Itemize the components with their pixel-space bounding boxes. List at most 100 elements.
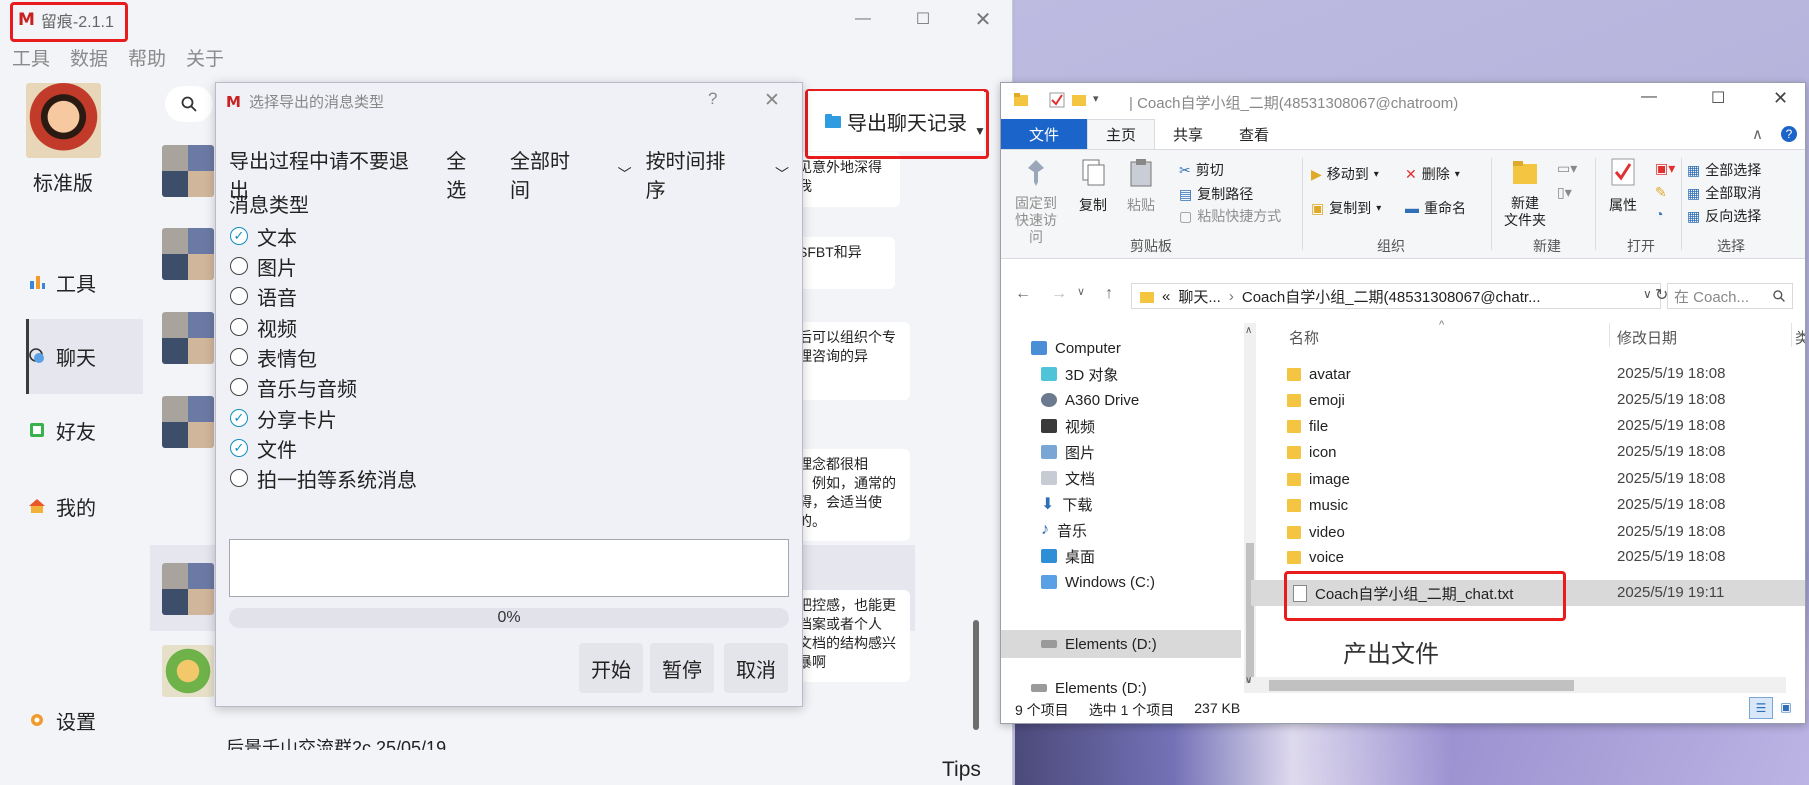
file-row[interactable]: image — [1287, 468, 1350, 490]
chat-search-button[interactable] — [165, 86, 213, 122]
pause-button[interactable]: 暂停 — [650, 643, 714, 693]
explorer-close-button[interactable]: ✕ — [1773, 88, 1788, 109]
chat-list-scrollbar[interactable] — [973, 620, 979, 730]
new-folder-icon[interactable] — [1071, 92, 1087, 108]
radio-unchecked-icon[interactable] — [230, 378, 248, 396]
paste-shortcut-button[interactable]: ▢ 粘贴快捷方式 — [1179, 206, 1281, 226]
user-avatar[interactable] — [26, 83, 101, 158]
menu-data[interactable]: 数据 — [70, 44, 108, 71]
paste-button[interactable]: 粘贴 — [1121, 156, 1161, 215]
column-divider[interactable] — [1791, 323, 1792, 347]
explorer-minimize-button[interactable]: — — [1641, 88, 1657, 106]
export-log-area[interactable] — [229, 539, 789, 597]
sidebar-item-mine[interactable]: 我的 — [28, 486, 96, 526]
option-video[interactable]: 视频 — [230, 312, 297, 342]
file-list-h-scrollbar-thumb[interactable] — [1269, 680, 1574, 691]
easy-access-button[interactable]: ▯▾ — [1557, 184, 1572, 201]
option-share-card[interactable]: ✓ 分享卡片 — [230, 403, 337, 433]
help-icon[interactable]: ? — [1773, 119, 1805, 149]
scroll-up-icon[interactable]: ∧ — [1245, 325, 1252, 336]
open-button[interactable]: ▣▾ — [1655, 160, 1675, 177]
tree-item-drive-d[interactable]: Elements (D:) — [1041, 632, 1157, 656]
radio-checked-icon[interactable]: ✓ — [230, 439, 248, 457]
delete-button[interactable]: ✕ 删除 ▾ — [1405, 164, 1460, 184]
recent-dropdown-icon[interactable]: ∨ — [1077, 285, 1085, 303]
column-name[interactable]: 名称 — [1289, 327, 1319, 348]
address-dropdown-icon[interactable]: ∨ — [1643, 287, 1652, 301]
details-view-button[interactable]: ☰ — [1749, 697, 1773, 719]
copy-path-button[interactable]: ▤ 复制路径 — [1179, 184, 1253, 204]
explorer-search-input[interactable]: 在 Coach... — [1667, 283, 1793, 309]
tab-home[interactable]: 主页 — [1087, 119, 1156, 149]
minimize-button[interactable]: — — [845, 6, 881, 32]
file-row[interactable]: video — [1287, 521, 1345, 543]
time-range-select[interactable]: 全部时间 ﹀ — [510, 145, 632, 203]
menu-tools[interactable]: 工具 — [12, 44, 50, 71]
tree-item-documents[interactable]: 文档 — [1041, 466, 1095, 490]
pin-quick-access-button[interactable]: 固定到 快速访问 — [1011, 156, 1061, 246]
start-button[interactable]: 开始 — [579, 643, 643, 693]
option-image[interactable]: 图片 — [230, 251, 297, 281]
column-type[interactable]: 类 — [1795, 327, 1805, 348]
rename-button[interactable]: ▬ 重命名 — [1405, 198, 1466, 218]
tree-item-drive-d-2[interactable]: Elements (D:) — [1031, 676, 1147, 700]
radio-unchecked-icon[interactable] — [230, 287, 248, 305]
tips-label[interactable]: Tips — [942, 758, 981, 782]
chat-avatar[interactable] — [162, 396, 214, 448]
tree-item-downloads[interactable]: ⬇ 下载 — [1041, 492, 1092, 516]
radio-checked-icon[interactable]: ✓ — [230, 409, 248, 427]
address-overflow[interactable]: « — [1162, 288, 1170, 305]
option-sticker[interactable]: 表情包 — [230, 342, 317, 372]
tab-file[interactable]: 文件 — [1001, 119, 1088, 149]
option-file[interactable]: ✓ 文件 — [230, 433, 297, 463]
file-row[interactable]: file — [1287, 415, 1328, 437]
chat-avatar[interactable] — [162, 145, 214, 197]
copy-button[interactable]: 复制 — [1073, 156, 1113, 215]
tree-item-videos[interactable]: 视频 — [1041, 414, 1095, 438]
file-row[interactable]: emoji — [1287, 389, 1345, 411]
large-icons-view-button[interactable]: ▣ — [1775, 697, 1797, 717]
tree-item-computer[interactable]: Computer — [1031, 336, 1121, 360]
option-music[interactable]: 音乐与音频 — [230, 372, 357, 402]
menu-about[interactable]: 关于 — [186, 44, 224, 71]
tree-item-a360[interactable]: A360 Drive — [1041, 388, 1139, 412]
tree-item-desktop[interactable]: 桌面 — [1041, 544, 1095, 568]
back-button[interactable]: ← — [1015, 285, 1031, 303]
dialog-help-button[interactable]: ? — [708, 89, 717, 109]
file-row[interactable]: music — [1287, 494, 1348, 516]
radio-checked-icon[interactable]: ✓ — [230, 227, 248, 245]
chat-avatar[interactable] — [162, 645, 214, 697]
new-item-button[interactable]: ▭▾ — [1557, 160, 1577, 177]
column-divider[interactable] — [1609, 323, 1610, 347]
radio-unchecked-icon[interactable] — [230, 348, 248, 366]
edit-button[interactable]: ✎ — [1655, 184, 1667, 201]
select-all-button[interactable]: ▦ 全部选择 — [1687, 160, 1761, 180]
radio-unchecked-icon[interactable] — [230, 257, 248, 275]
file-row[interactable]: icon — [1287, 441, 1337, 463]
file-row[interactable]: voice — [1287, 546, 1344, 568]
select-none-button[interactable]: ▦ 全部取消 — [1687, 183, 1761, 203]
sidebar-item-chat[interactable]: 聊天 — [28, 336, 96, 376]
tree-item-3d-objects[interactable]: 3D 对象 — [1041, 362, 1118, 386]
invert-selection-button[interactable]: ▦ 反向选择 — [1687, 206, 1761, 226]
properties-button[interactable]: 属性 — [1599, 156, 1647, 215]
option-system-message[interactable]: 拍一拍等系统消息 — [230, 463, 417, 493]
option-voice[interactable]: 语音 — [230, 281, 297, 311]
explorer-maximize-button[interactable]: ☐ — [1711, 88, 1725, 108]
tab-view[interactable]: 查看 — [1221, 119, 1287, 149]
address-segment[interactable]: Coach自学小组_二期(48531308067@chatr... — [1242, 286, 1541, 307]
close-button[interactable]: ✕ — [965, 6, 1001, 32]
file-row-output[interactable]: Coach自学小组_二期_chat.txt — [1293, 582, 1513, 604]
sort-select[interactable]: 按时间排序 ﹀ — [646, 145, 789, 203]
address-segment[interactable]: 聊天... — [1178, 286, 1221, 307]
chat-avatar[interactable] — [162, 563, 214, 615]
radio-unchecked-icon[interactable] — [230, 469, 248, 487]
cancel-button[interactable]: 取消 — [724, 643, 788, 693]
cut-button[interactable]: ✂ 剪切 — [1179, 160, 1224, 180]
file-row[interactable]: avatar — [1287, 363, 1351, 385]
radio-unchecked-icon[interactable] — [230, 318, 248, 336]
tree-scrollbar-thumb[interactable] — [1246, 543, 1254, 683]
menu-help[interactable]: 帮助 — [128, 44, 166, 71]
address-bar[interactable]: « 聊天... › Coach自学小组_二期(48531308067@chatr… — [1131, 283, 1661, 309]
ribbon-collapse-icon[interactable]: ∧ — [1742, 119, 1773, 149]
